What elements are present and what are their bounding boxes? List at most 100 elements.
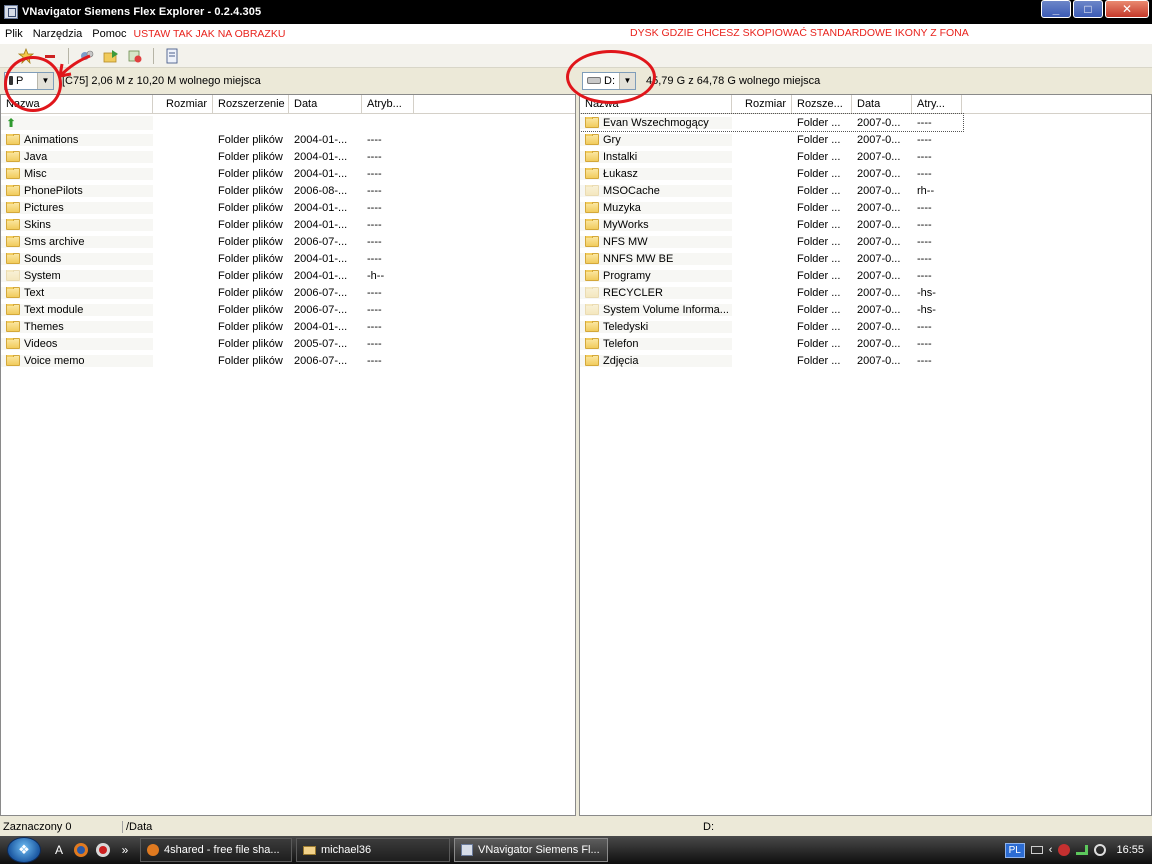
column-extension[interactable]: Rozszerzenie	[213, 95, 289, 113]
task-4shared[interactable]: 4shared - free file sha...	[140, 838, 292, 862]
task-mail[interactable]: michael36	[296, 838, 450, 862]
column-date[interactable]: Data	[289, 95, 362, 113]
start-button[interactable]: ❖	[0, 836, 48, 864]
file-row[interactable]: Instalki Folder ... 2007-0... ----	[580, 148, 1151, 165]
file-row[interactable]: Sms archive Folder plików 2006-07-... ----	[1, 233, 575, 250]
keyboard-icon[interactable]	[1030, 846, 1043, 854]
parent-dir-row[interactable]: ⬆	[1, 114, 575, 131]
file-attr-cell: ----	[917, 201, 932, 214]
column-extension[interactable]: Rozsze...	[792, 95, 852, 113]
folder-icon	[6, 133, 20, 145]
file-row[interactable]: Text module Folder plików 2006-07-... ----	[1, 301, 575, 318]
file-name-cell: Java	[1, 150, 153, 163]
opera-icon[interactable]	[92, 839, 114, 861]
file-name: Pictures	[24, 201, 64, 214]
column-size[interactable]: Rozmiar	[153, 95, 213, 113]
security-icon[interactable]	[1058, 844, 1071, 856]
file-row[interactable]: Java Folder plików 2004-01-... ----	[1, 148, 575, 165]
file-row[interactable]: Sounds Folder plików 2004-01-... ----	[1, 250, 575, 267]
file-row[interactable]: RECYCLER Folder ... 2007-0... -hs-	[580, 284, 1151, 301]
left-file-panel[interactable]: Nazwa Rozmiar Rozszerzenie Data Atryb...…	[0, 94, 576, 816]
file-row[interactable]: Videos Folder plików 2005-07-... ----	[1, 335, 575, 352]
right-file-panel[interactable]: Nazwa Rozmiar Rozsze... Data Atry... Eva…	[579, 94, 1152, 816]
file-name-cell: Sms archive	[1, 235, 153, 248]
network-signal-icon[interactable]	[1076, 845, 1089, 855]
file-attr-cell: ----	[917, 320, 932, 333]
file-row[interactable]: MyWorks Folder ... 2007-0... ----	[580, 216, 1151, 233]
file-name: NNFS MW BE	[603, 252, 674, 265]
minimize-button[interactable]: _	[1041, 0, 1071, 18]
file-row[interactable]: PhonePilots Folder plików 2006-08-... ----	[1, 182, 575, 199]
file-ext-cell: Folder ...	[797, 354, 841, 367]
sync-icon[interactable]	[125, 47, 145, 65]
column-attributes[interactable]: Atryb...	[362, 95, 414, 113]
folder-transfer-icon[interactable]	[101, 47, 121, 65]
font-app-icon[interactable]: A	[48, 839, 70, 861]
language-indicator[interactable]: PL	[1004, 842, 1025, 858]
maximize-button[interactable]: □	[1073, 0, 1103, 18]
selected-count: Zaznaczony 0	[3, 820, 72, 833]
task-vnavigator[interactable]: VNavigator Siemens Fl...	[454, 838, 608, 862]
file-date-cell: 2007-0...	[857, 133, 901, 146]
file-row[interactable]: System Folder plików 2004-01-... -h--	[1, 267, 575, 284]
file-attr-cell: ----	[917, 269, 932, 282]
file-ext-cell: Folder plików	[218, 184, 283, 197]
file-name: Voice memo	[24, 354, 85, 367]
file-name: Zdjęcia	[603, 354, 639, 367]
file-row[interactable]: Gry Folder ... 2007-0... ----	[580, 131, 1151, 148]
file-name: Programy	[603, 269, 651, 282]
file-name-cell: NFS MW	[580, 235, 732, 248]
menu-narzedzia[interactable]: Narzędzia	[28, 28, 88, 40]
file-ext-cell: Folder plików	[218, 167, 283, 180]
file-attr-cell: rh--	[917, 184, 935, 197]
file-row[interactable]: Themes Folder plików 2004-01-... ----	[1, 318, 575, 335]
network-status-icon[interactable]	[1094, 844, 1107, 856]
properties-icon[interactable]	[162, 47, 182, 65]
file-date-cell: 2007-0...	[857, 184, 901, 197]
file-row[interactable]: Programy Folder ... 2007-0... ----	[580, 267, 1151, 284]
file-row[interactable]: Teledyski Folder ... 2007-0... ----	[580, 318, 1151, 335]
file-attr-cell: ----	[367, 303, 382, 316]
file-row[interactable]: Skins Folder plików 2004-01-... ----	[1, 216, 575, 233]
file-row[interactable]: MSOCache Folder ... 2007-0... rh--	[580, 182, 1151, 199]
column-date[interactable]: Data	[852, 95, 912, 113]
clock[interactable]: 16:55	[1116, 844, 1144, 856]
file-date-cell: 2007-0...	[857, 303, 901, 316]
menu-pomoc[interactable]: Pomoc	[87, 28, 131, 40]
file-row[interactable]: Animations Folder plików 2004-01-... ----	[1, 131, 575, 148]
file-row[interactable]: Muzyka Folder ... 2007-0... ----	[580, 199, 1151, 216]
file-ext-cell: Folder ...	[797, 201, 841, 214]
file-name: Evan Wszechmogący	[603, 116, 709, 129]
file-row[interactable]: NNFS MW BE Folder ... 2007-0... ----	[580, 250, 1151, 267]
menu-plik[interactable]: Plik	[0, 28, 28, 40]
close-button[interactable]: ✕	[1105, 0, 1149, 18]
file-row[interactable]: Evan Wszechmogący Folder ... 2007-0... ----	[580, 113, 964, 132]
file-row[interactable]: Zdjęcia Folder ... 2007-0... ----	[580, 352, 1151, 369]
folder-icon	[6, 150, 20, 162]
file-name-cell: Animations	[1, 133, 153, 146]
file-row[interactable]: Misc Folder plików 2004-01-... ----	[1, 165, 575, 182]
file-row[interactable]: System Volume Informa... Folder ... 2007-0…	[580, 301, 1151, 318]
more-quicklaunch[interactable]: »	[114, 839, 136, 861]
file-row[interactable]: Text Folder plików 2006-07-... ----	[1, 284, 575, 301]
folder-icon	[585, 235, 599, 247]
file-name: System Volume Informa...	[603, 303, 729, 316]
file-name: Skins	[24, 218, 51, 231]
file-name: Instalki	[603, 150, 638, 163]
file-row[interactable]: Łukasz Folder ... 2007-0... ----	[580, 165, 1151, 182]
file-attr-cell: ----	[367, 286, 382, 299]
file-name-cell: Gry	[580, 133, 732, 146]
file-row[interactable]: Pictures Folder plików 2004-01-... ----	[1, 199, 575, 216]
file-date-cell: 2006-07-...	[294, 303, 348, 316]
file-row[interactable]: NFS MW Folder ... 2007-0... ----	[580, 233, 1151, 250]
tray-expand-icon[interactable]: ‹	[1049, 844, 1053, 856]
file-row[interactable]: Telefon Folder ... 2007-0... ----	[580, 335, 1151, 352]
firefox-icon[interactable]	[70, 839, 92, 861]
file-name-cell: Videos	[1, 337, 153, 350]
file-row[interactable]: Voice memo Folder plików 2006-07-... ----	[1, 352, 575, 369]
file-name-cell: Text	[1, 286, 153, 299]
column-attributes[interactable]: Atry...	[912, 95, 962, 113]
file-ext-cell: Folder ...	[797, 150, 841, 163]
column-size[interactable]: Rozmiar	[732, 95, 792, 113]
folder-icon	[585, 133, 599, 145]
